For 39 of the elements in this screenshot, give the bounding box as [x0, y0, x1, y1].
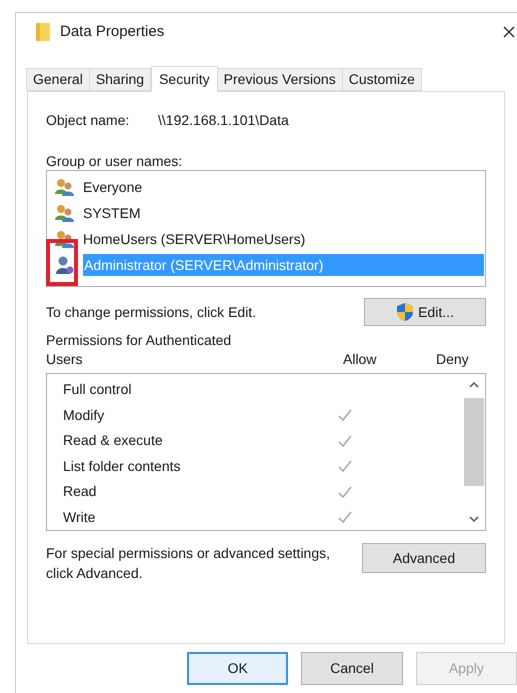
users-icon	[55, 230, 75, 248]
users-icon	[55, 178, 75, 196]
permission-name: Write	[63, 508, 96, 527]
group-listbox[interactable]: Everyone SYSTEM HomeUsers (SERVER\HomeUsers) Administrator (SERVER\Administrator)	[46, 170, 486, 287]
permission-name: Read & execute	[63, 431, 164, 450]
field-label: Object name:	[46, 110, 130, 130]
permission-name: Modify	[63, 406, 106, 425]
tab[interactable]: Previous Versions	[216, 68, 343, 91]
edit-button[interactable]: Edit...	[364, 298, 486, 326]
shield-icon	[396, 302, 414, 322]
dialog-button[interactable]: OK	[187, 652, 288, 685]
user-icon	[55, 256, 75, 274]
window-title: Data Properties	[60, 22, 164, 42]
permission-name: Read	[63, 482, 98, 502]
scroll-thumb[interactable]	[464, 398, 484, 486]
list-item[interactable]: SYSTEM	[83, 202, 141, 224]
scroll-up-icon[interactable]	[469, 380, 479, 390]
tab[interactable]: Security	[151, 66, 218, 92]
hint-text: To change permissions, click Edit.	[46, 302, 256, 322]
column-header: Deny	[436, 350, 470, 369]
tab[interactable]: Customize	[342, 68, 422, 91]
highlight-box	[46, 239, 78, 286]
advanced-button[interactable]: Advanced	[362, 543, 486, 573]
users-icon	[55, 204, 75, 222]
tab[interactable]: Sharing	[88, 68, 152, 91]
list-item[interactable]: Everyone	[83, 176, 142, 198]
dialog-button[interactable]: Cancel	[301, 652, 403, 685]
section-label: Group or user names:	[46, 152, 184, 169]
hint-text: For special permissions or advanced settings, click Advanced.	[46, 544, 332, 583]
scroll-down-icon[interactable]	[469, 514, 479, 524]
column-header: Allow	[343, 350, 378, 369]
list-item[interactable]: HomeUsers (SERVER\HomeUsers)	[83, 228, 306, 250]
permission-name: List folder contents	[63, 456, 182, 476]
close-icon[interactable]	[503, 26, 515, 38]
folder-icon	[36, 23, 50, 41]
permissions-label: Permissions for Authenticated Users	[46, 331, 232, 369]
permission-name: Full control	[63, 380, 132, 400]
object-name-value: \\192.168.1.101\Data	[158, 110, 289, 130]
tab[interactable]: General	[26, 68, 90, 91]
